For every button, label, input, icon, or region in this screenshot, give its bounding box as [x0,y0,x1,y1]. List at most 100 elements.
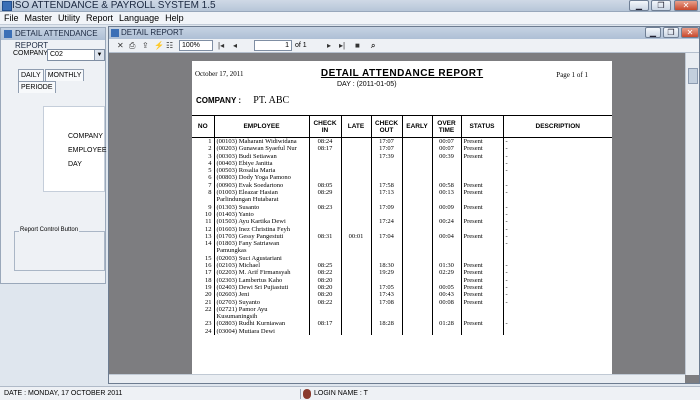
table-row: 10 (01403) Yanto - [192,210,612,219]
last-page-icon[interactable]: ▸| [339,40,345,51]
table-cell [460,159,503,168]
prev-page-icon[interactable]: ◂ [233,40,237,51]
app-titlebar: ISO ATTENDANCE & PAYROLL SYSTEM 1.5 ▁ ❐ … [0,0,700,12]
table-cell [460,313,503,321]
search-icon[interactable]: ⌕ [371,40,375,51]
table-cell: Present [460,262,503,270]
child-minimize-button[interactable]: ▁ [645,27,661,38]
table-cell: 01:30 [431,262,461,270]
vertical-scrollbar[interactable] [685,53,699,375]
table-cell: 08:17 [308,320,341,328]
child-close-button[interactable]: ✕ [681,27,699,38]
table-cell: 18 [205,276,212,284]
scrollbar-thumb[interactable] [688,68,698,84]
page-number-input[interactable]: 1 [254,40,292,51]
next-page-icon[interactable]: ▸ [327,40,331,51]
table-cell [502,196,612,204]
table-cell [431,210,461,219]
page-of-label: of 1 [295,42,307,49]
first-page-icon[interactable]: |◂ [218,40,224,51]
report-viewport: October 17, 2011 DETAIL ATTENDANCE REPOR… [109,53,685,375]
menu-master[interactable]: Master [22,12,56,25]
report-page-number: Page 1 of 1 [556,71,588,79]
table-row: 9 (01303) Susanto 08:23 17:09 00:09 Present - [192,203,612,211]
table-cell [401,137,432,146]
status-date: DATE : MONDAY, 17 OCTOBER 2011 [4,390,123,397]
table-cell [308,305,341,314]
table-row: 12 (01603) Inez Christina Feyh - [192,225,612,233]
tab-periode[interactable]: PERIODE [18,81,56,93]
status-login: LOGIN NAME : T [314,390,368,397]
window-icon [4,30,12,38]
col-early: EARLY [401,115,432,138]
table-cell [431,196,461,204]
restore-button[interactable]: ❐ [651,0,671,11]
menu-help[interactable]: Help [162,12,187,25]
table-cell: 00:07 [431,137,461,146]
table-cell [431,225,461,233]
table-cell: 17:05 [370,283,402,292]
table-cell [401,181,432,190]
table-cell: 21 [205,298,212,306]
table-row: 16 (02103) Michael 08:25 18:30 01:30 Present - [192,262,612,270]
table-cell: Present [460,181,503,190]
table-cell [340,196,371,204]
tab-monthly[interactable]: MONTHLY [44,69,85,81]
table-cell: (00503) Rosalia Maria [213,167,309,175]
menu-report[interactable]: Report [83,12,116,25]
chevron-down-icon[interactable]: ▼ [94,50,104,60]
table-row: 8 (01003) Eleazar Hasian 08:29 17:13 00:13 Pr… [192,189,612,197]
table-cell [401,210,432,219]
table-cell [431,254,461,263]
table-cell [340,276,371,284]
table-cell: 08:25 [308,262,341,270]
table-cell [370,276,402,284]
table-cell [308,159,341,168]
company-select-value: C02 [50,51,63,58]
horizontal-scrollbar[interactable] [109,374,685,383]
table-cell [340,152,371,160]
attendance-report-window: DETAIL ATTENDANCE REPORT COMPANY C02 ▼ D… [0,27,107,284]
table-cell: 08:20 [308,291,341,299]
table-cell: 18:28 [370,320,402,328]
table-cell [401,152,432,160]
table-cell: Present [460,145,503,153]
table-cell [340,262,371,270]
table-row: 5 (00503) Rosalia Maria - [192,167,612,175]
menu-language[interactable]: Language [116,12,162,25]
table-cell: Present [460,137,503,146]
table-cell: - [502,145,612,153]
table-header-row: NO EMPLOYEE CHECK IN LATE CHECK OUT EARL… [192,115,612,138]
minimize-button[interactable]: ▁ [629,0,649,11]
table-cell [308,313,341,321]
stop-icon[interactable]: ■ [355,40,360,51]
company-select[interactable]: C02 ▼ [47,49,105,61]
tab-daily[interactable]: DAILY [18,69,44,81]
table-cell: 18:30 [370,262,402,270]
table-cell [308,210,341,219]
table-cell: (02803) Rudhi Kurniawan [213,320,309,328]
zoom-select[interactable]: 100% [179,40,213,51]
col-check-out: CHECK OUT [370,115,402,138]
child-restore-button[interactable]: ❐ [663,27,679,38]
group-tree-icon[interactable]: ☷ [166,40,173,51]
close-report-icon[interactable]: ✕ [117,40,124,51]
report-title: DETAIL ATTENDANCE REPORT [320,68,484,79]
panel-day-label: DAY [68,161,82,168]
export-icon[interactable]: ⇪ [142,40,149,51]
table-cell [340,174,371,182]
table-cell [308,167,341,175]
table-cell [370,254,402,263]
table-cell: Present [460,203,503,211]
status-bar: DATE : MONDAY, 17 OCTOBER 2011 LOGIN NAM… [0,386,700,400]
table-cell [370,167,402,175]
table-cell: 17:08 [370,298,402,306]
refresh-icon[interactable]: ⚡ [154,40,164,51]
menu-file[interactable]: File [0,12,22,25]
menu-utility[interactable]: Utility [55,12,83,25]
table-cell [308,240,341,248]
table-cell [431,313,461,321]
filter-panel: COMPANY EMPLOYEE DAY [43,106,107,192]
close-button[interactable]: ✕ [674,0,698,11]
print-icon[interactable]: ⎙ [129,40,135,51]
